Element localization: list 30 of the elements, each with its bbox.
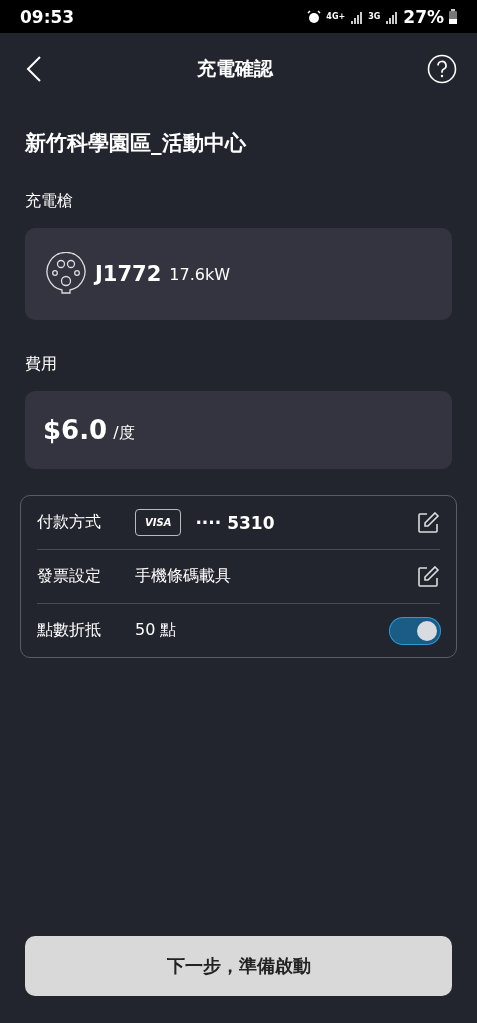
status-time: 09:53 [20, 6, 76, 27]
section-label: 費用 [25, 354, 58, 375]
price-unit: /度 [113, 422, 135, 444]
help-icon[interactable] [427, 54, 457, 84]
card-number: ···· 5310 [195, 512, 276, 533]
setting-label: 點數折抵 [37, 620, 102, 641]
back-icon[interactable] [26, 55, 42, 83]
signal-icon [350, 9, 364, 24]
station-name: 新竹科學園區_活動中心 [25, 130, 247, 157]
price: $6.0 [43, 415, 108, 445]
network-label: 4G+ [326, 12, 346, 21]
section-label: 充電槍 [25, 191, 74, 212]
points-value: 50 點 [135, 620, 178, 641]
connector-icon [45, 252, 87, 296]
setting-label: 發票設定 [37, 566, 102, 587]
toggle-switch[interactable] [390, 617, 440, 644]
battery-level: 27% [403, 6, 444, 27]
network-label: 3G [368, 12, 381, 21]
setting-label: 付款方式 [37, 512, 102, 533]
battery-icon [449, 9, 457, 24]
signal-icon [385, 9, 399, 24]
page-title: 充電確認 [196, 56, 273, 81]
edit-icon[interactable] [416, 564, 440, 589]
connector-type: J1772 [95, 262, 162, 286]
next-button[interactable]: 下一步，準備啟動 [25, 936, 452, 996]
alarm-icon [307, 9, 322, 24]
edit-icon[interactable] [416, 510, 440, 535]
visa-badge: VISA [135, 509, 182, 536]
invoice-value: 手機條碼載具 [135, 566, 232, 587]
connector-power: 17.6kW [169, 264, 230, 284]
